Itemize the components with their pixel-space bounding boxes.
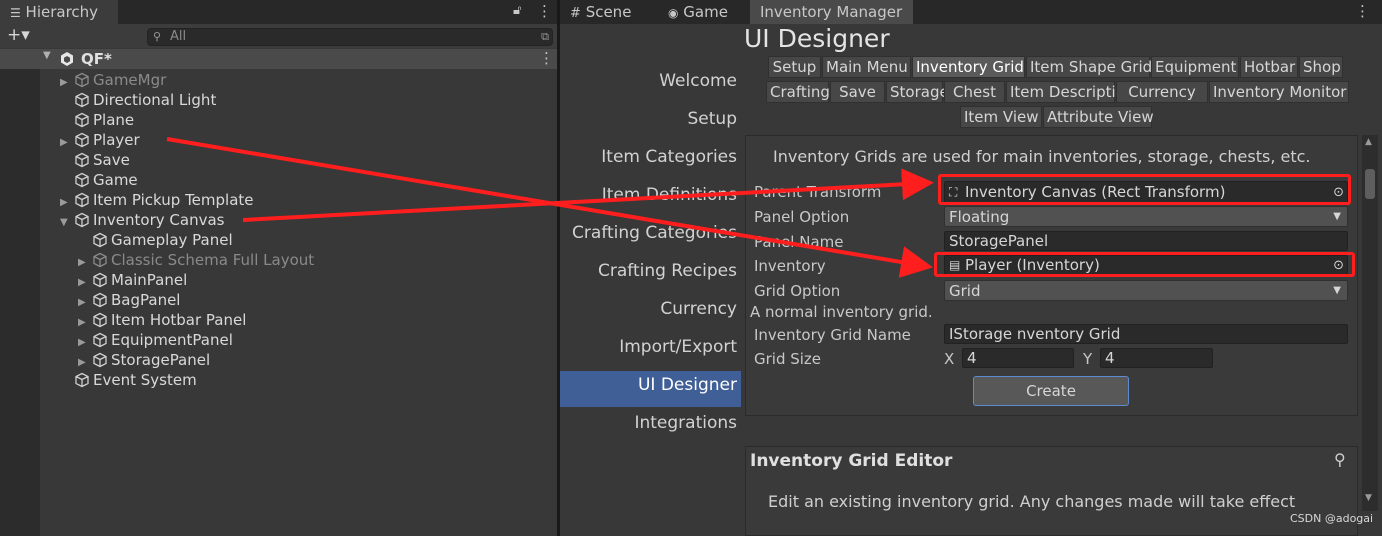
- annotation-arrows: [166, 137, 934, 278]
- watermark: CSDN @adogai: [1290, 512, 1374, 525]
- arrow-to-parent-transform: [242, 168, 934, 222]
- arrow-to-inventory: [166, 137, 933, 278]
